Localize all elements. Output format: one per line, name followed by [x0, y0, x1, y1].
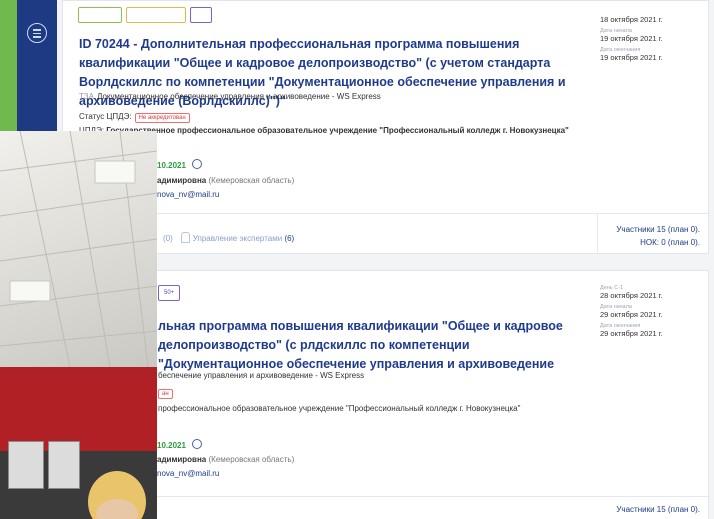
user-icon	[180, 232, 190, 243]
date-column: День С-1 28 октября 2021 г. Дата начала …	[600, 285, 663, 338]
contact-email[interactable]: nova_nv@mail.ru	[157, 190, 219, 199]
menu-icon[interactable]	[27, 23, 47, 43]
clock-icon	[191, 159, 202, 169]
status-line: ан	[158, 388, 173, 399]
clock-icon	[191, 439, 202, 449]
divider	[63, 213, 708, 214]
divider	[63, 496, 708, 497]
participants-info: Участники 15 (план 0). НОК:	[616, 505, 700, 519]
program-card[interactable]: 50+ льная программа повышения квалификац…	[62, 270, 709, 519]
badge	[126, 7, 186, 23]
cpdz-line: профессиональное образовательное учрежде…	[158, 404, 521, 413]
contact-person: адимировна (Кемеровская область)	[157, 455, 295, 464]
status-badge: ан	[158, 389, 173, 399]
tza-line: беспечение управления и архивоведение - …	[158, 371, 365, 380]
program-title[interactable]: льная программа повышения квалификации "…	[158, 317, 598, 374]
date-column: 18 октября 2021 г. Дата начала 19 октябр…	[600, 15, 663, 62]
status-line: Статус ЦПДЭ: Не аккредитован	[79, 112, 190, 123]
tza-line: ТЗА Документационное обеспечение управлен…	[79, 92, 381, 101]
status-badge: Не аккредитован	[134, 113, 190, 123]
monitor	[8, 441, 44, 489]
participants-info: Участники 15 (план 0). НОК: 0 (план 0).	[616, 225, 700, 247]
manage-experts-link[interactable]: Управление экспертами	[193, 234, 282, 243]
card-badges	[78, 7, 216, 25]
badge	[190, 7, 212, 23]
event-date: 10.2021	[157, 159, 202, 170]
card-badges: 50+	[158, 285, 184, 303]
contact-email[interactable]: nova_nv@mail.ru	[157, 469, 219, 478]
event-date: 10.2021	[157, 439, 202, 450]
card-footer: (0) Управление экспертами (6)	[163, 232, 295, 243]
contact-person: адимировна (Кемеровская область)	[157, 176, 295, 185]
monitor	[48, 441, 80, 489]
program-card[interactable]: ID 70244 - Дополнительная профессиональн…	[62, 0, 709, 254]
camera-overlay	[0, 131, 157, 519]
badge-50plus: 50+	[158, 285, 181, 301]
badge	[78, 7, 122, 23]
divider	[597, 213, 598, 253]
ceiling-grid	[0, 131, 157, 367]
